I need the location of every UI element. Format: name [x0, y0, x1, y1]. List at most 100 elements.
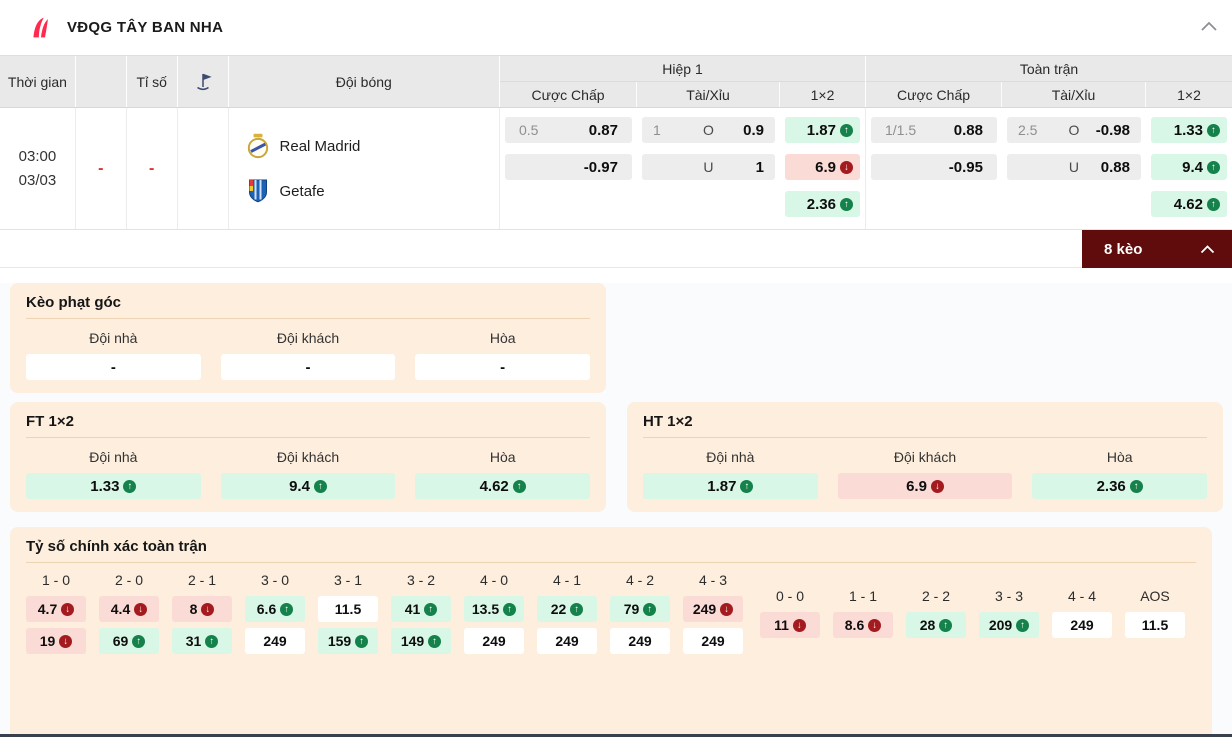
score-odds-cell[interactable]: 41 ↑	[391, 596, 451, 622]
ft-away-odds[interactable]: 9.4 ↑	[220, 473, 396, 499]
draw-header: Hòa	[1106, 449, 1133, 465]
under-odds[interactable]: U 0.88	[1006, 154, 1141, 180]
corner-home-odds[interactable]: -	[26, 354, 201, 380]
over-odds[interactable]: 1 O 0.9	[641, 117, 775, 143]
ft-home-odds[interactable]: 1.33 ↑	[26, 473, 201, 499]
home-header: Đội nhà	[89, 449, 138, 465]
odds-1x2-draw[interactable]: 2.36 ↑	[784, 191, 860, 217]
score-odds-cell[interactable]: 13.5 ↑	[464, 596, 524, 622]
handicap-odds[interactable]: 1/1.5 0.88	[870, 117, 997, 143]
score-column: 2 - 0 4.4 ↓ 69 ↑	[99, 570, 159, 654]
col-header-score: Tỉ số	[127, 56, 178, 107]
score-label: 1 - 1	[848, 588, 877, 604]
score-odds-cell[interactable]: 209 ↑	[979, 612, 1039, 638]
score-odds-cell[interactable]: 249	[245, 628, 305, 654]
under-odds[interactable]: U 1	[641, 154, 775, 180]
away-team-row[interactable]: Getafe	[246, 178, 325, 204]
draw-header: Hòa	[489, 330, 516, 346]
odds-value: 11.5	[1141, 617, 1169, 633]
ht-home-odds[interactable]: 1.87 ↑	[643, 473, 818, 499]
trend-up-icon: ↑	[1016, 618, 1030, 632]
odds-value: 249	[1070, 617, 1094, 633]
score-odds-cell[interactable]: 149 ↑	[391, 628, 451, 654]
trend-down-icon: ↓	[59, 634, 73, 648]
teams-cell: Real Madrid Getafe	[229, 108, 500, 229]
score-label: 4 - 4	[1067, 588, 1096, 604]
handicap-home-odds: 0.88	[953, 121, 983, 139]
ht-draw-odds[interactable]: 2.36 ↑	[1032, 473, 1208, 499]
odds-value: 249	[692, 601, 717, 617]
score-label: 3 - 2	[406, 572, 435, 588]
corner-draw-odds[interactable]: -	[415, 354, 591, 380]
odds-value: 28	[919, 617, 936, 633]
score-label: 1 - 0	[41, 572, 70, 588]
odds-value: 9.4	[289, 477, 310, 495]
odds-1x2-home[interactable]: 1.33 ↑	[1150, 117, 1227, 143]
odds-1x2-away[interactable]: 6.9 ↓	[784, 154, 860, 180]
trend-up-icon: ↑	[428, 634, 442, 648]
home-header: Đội nhà	[89, 330, 138, 346]
score-column: 4 - 3 249 ↓ 249	[683, 570, 743, 654]
score-label: 2 - 1	[187, 572, 216, 588]
score-odds-cell[interactable]: 11 ↓	[760, 612, 820, 638]
score-odds-cell[interactable]: 249	[464, 628, 524, 654]
match-time-cell: 03:00 03/03	[0, 108, 76, 229]
score-odds-cell[interactable]: 249	[537, 628, 597, 654]
home-team-name: Real Madrid	[279, 137, 361, 155]
odds-1x2-draw[interactable]: 4.62 ↑	[1150, 191, 1227, 217]
odds-1x2-away[interactable]: 9.4 ↑	[1150, 154, 1227, 180]
group-header-full-match: Toàn trận Cược Chấp Tài/Xỉu 1×2	[866, 56, 1232, 107]
score-odds-cell[interactable]: 28 ↑	[906, 612, 966, 638]
score-odds-cell[interactable]: 249	[1052, 612, 1112, 638]
handicap-line: 1/1.5	[884, 122, 917, 138]
home-header: Đội nhà	[706, 449, 755, 465]
score-odds-cell[interactable]: 249 ↓	[683, 596, 743, 622]
score-column: 3 - 2 41 ↑ 149 ↑	[391, 570, 451, 654]
subcol-1x2: 1×2	[810, 86, 835, 103]
ft-draw-odds[interactable]: 4.62 ↑	[415, 473, 591, 499]
score-odds-cell[interactable]: 79 ↑	[610, 596, 670, 622]
odds-value: 4.62	[1173, 195, 1203, 213]
score-odds-cell[interactable]: 8 ↓	[172, 596, 232, 622]
ft-1x2-panel: FT 1×2 Đội nhà 1.33 ↑ Đội khách 9.4 ↑ Hòa …	[10, 402, 606, 512]
getafe-logo	[248, 179, 267, 203]
trend-up-icon: ↑	[1129, 479, 1143, 493]
corner-away-odds[interactable]: -	[220, 354, 396, 380]
score-odds-cell[interactable]: 6.6 ↑	[245, 596, 305, 622]
score-label: AOS	[1140, 588, 1170, 604]
col-header-team: Đội bóng	[229, 56, 501, 107]
score-odds-cell[interactable]: 8.6 ↓	[833, 612, 893, 638]
score-odds-cell[interactable]: 69 ↑	[99, 628, 159, 654]
markets-toggle-button[interactable]: 8 kèo	[1082, 230, 1232, 268]
markets-toggle-row: 8 kèo	[0, 230, 1232, 268]
score-label: 4 - 0	[479, 572, 508, 588]
score-odds-cell[interactable]: 31 ↑	[172, 628, 232, 654]
chevron-up-icon[interactable]	[1200, 19, 1218, 37]
ou-line: 1	[652, 122, 661, 138]
handicap-line: 0.5	[518, 122, 539, 138]
score-odds-cell[interactable]: 22 ↑	[537, 596, 597, 622]
handicap-odds[interactable]: -0.97	[504, 154, 632, 180]
score-odds-cell[interactable]: 19 ↓	[26, 628, 86, 654]
under-odds-value: 1	[755, 158, 764, 176]
trend-down-icon: ↓	[930, 479, 944, 493]
score-odds-cell[interactable]: 11.5	[1125, 612, 1185, 638]
score-label: 2 - 0	[114, 572, 143, 588]
odds-value: 22	[550, 601, 567, 617]
odds-table-header: Thời gian Tỉ số Đội bóng Hiệp 1 Cược Chấ…	[0, 55, 1232, 108]
odds-1x2-home[interactable]: 1.87 ↑	[784, 117, 860, 143]
home-team-row[interactable]: Real Madrid	[246, 133, 361, 159]
over-odds-value: 0.9	[743, 121, 764, 139]
score-odds-cell[interactable]: 4.4 ↓	[99, 596, 159, 622]
draw-header: Hòa	[489, 449, 516, 465]
score-odds-cell[interactable]: 159 ↑	[318, 628, 378, 654]
score-odds-cell[interactable]: 249	[610, 628, 670, 654]
over-odds[interactable]: 2.5 O -0.98	[1006, 117, 1141, 143]
handicap-odds[interactable]: -0.95	[870, 154, 997, 180]
score-odds-cell[interactable]: 249	[683, 628, 743, 654]
score-odds-cell[interactable]: 4.7 ↓	[26, 596, 86, 622]
ht-away-odds[interactable]: 6.9 ↓	[837, 473, 1013, 499]
score-label: 3 - 3	[994, 588, 1023, 604]
score-odds-cell[interactable]: 11.5	[318, 596, 378, 622]
handicap-odds[interactable]: 0.5 0.87	[504, 117, 632, 143]
